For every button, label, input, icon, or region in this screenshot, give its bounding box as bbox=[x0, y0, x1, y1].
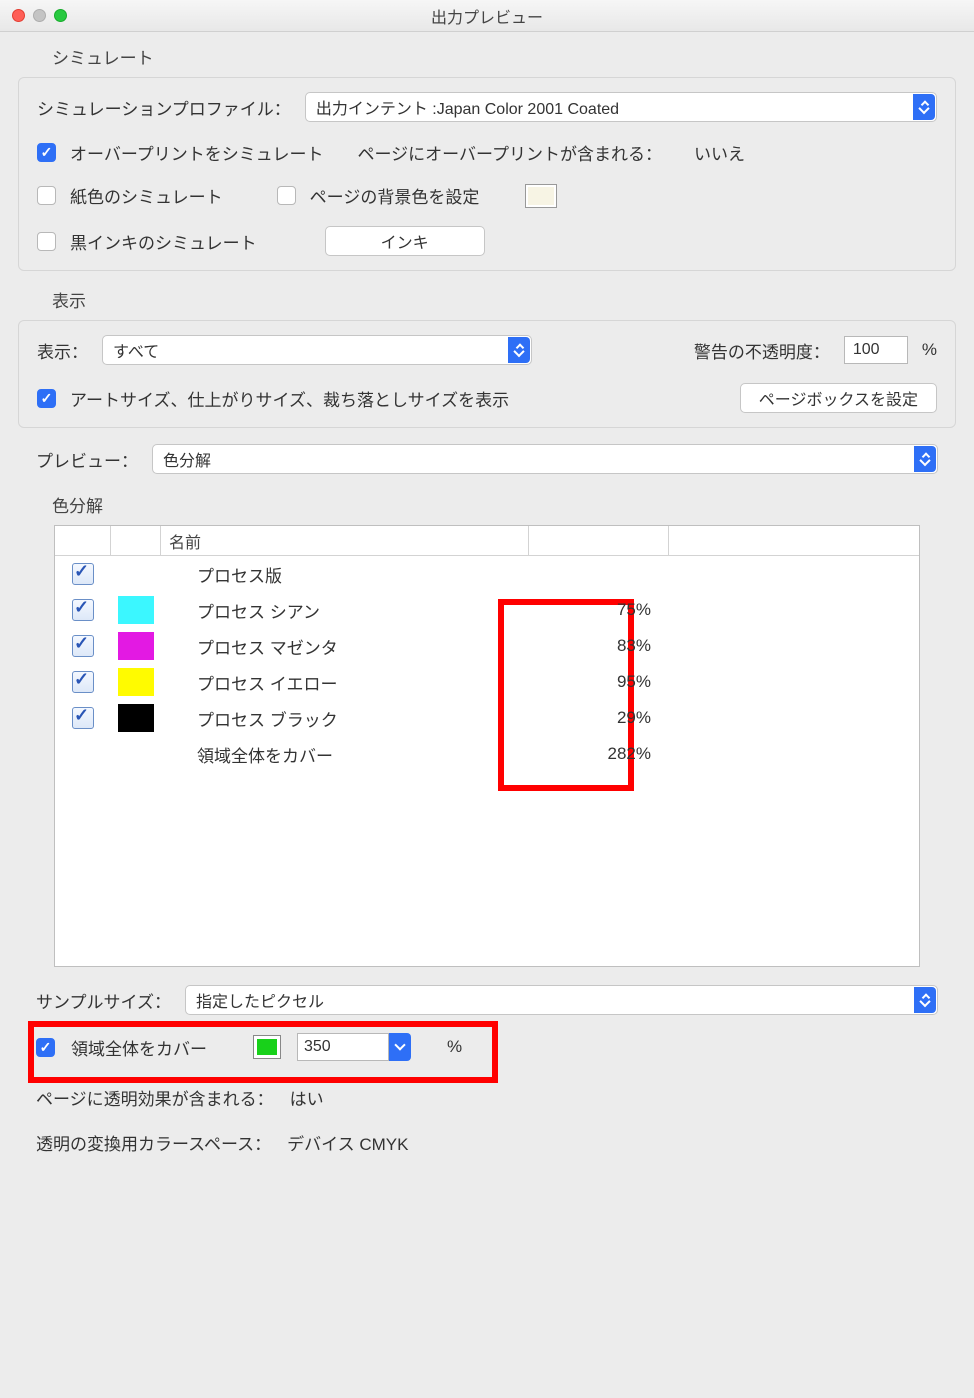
transparency-contains-label: ページに透明効果が含まれる： bbox=[36, 1085, 274, 1110]
preview-value: 色分解 bbox=[152, 444, 938, 474]
simulate-group: シミュレーションプロファイル： 出力インテント :Japan Color 200… bbox=[18, 77, 956, 271]
simulate-black-ink-label: 黒インキのシミュレート bbox=[70, 229, 257, 254]
simulation-profile-value: 出力インテント :Japan Color 2001 Coated bbox=[305, 92, 937, 122]
display-group: 表示： すべて 警告の不透明度： 100 % アートサイズ、仕上がりサイズ、裁ち… bbox=[18, 320, 956, 428]
visibility-toggle[interactable] bbox=[72, 563, 94, 585]
visibility-toggle[interactable] bbox=[72, 635, 94, 657]
preview-select[interactable]: 色分解 bbox=[152, 444, 938, 474]
separation-row[interactable]: プロセス マゼンタ 83% bbox=[55, 628, 919, 664]
coverage-threshold-input[interactable]: 350 bbox=[297, 1033, 389, 1061]
separations-section-label: 色分解 bbox=[52, 492, 974, 517]
percent-label: % bbox=[922, 340, 937, 360]
visibility-toggle[interactable] bbox=[72, 671, 94, 693]
separation-row[interactable]: 領域全体をカバー 282% bbox=[55, 736, 919, 772]
color-chip-black bbox=[118, 704, 154, 732]
th-visibility[interactable] bbox=[55, 526, 111, 555]
warning-opacity-label: 警告の不透明度： bbox=[694, 338, 830, 363]
sample-size-select[interactable]: 指定したピクセル bbox=[185, 985, 938, 1015]
th-name[interactable]: 名前 bbox=[161, 526, 529, 555]
show-art-size-checkbox[interactable] bbox=[37, 389, 56, 408]
coverage-color-swatch[interactable] bbox=[253, 1035, 281, 1059]
visibility-toggle[interactable] bbox=[72, 599, 94, 621]
separations-table-body: プロセス版 プロセス シアン 75% プロセス マゼンタ 83% bbox=[55, 556, 919, 966]
simulate-section-label: シミュレート bbox=[52, 44, 956, 69]
coverage-percent: % bbox=[447, 1037, 462, 1057]
page-bg-color-swatch[interactable] bbox=[525, 184, 557, 208]
warning-opacity-input[interactable]: 100 bbox=[844, 336, 908, 364]
transparency-colorspace-label: 透明の変換用カラースペース： bbox=[36, 1130, 271, 1155]
separation-row[interactable]: プロセス版 bbox=[55, 556, 919, 592]
preview-label: プレビュー： bbox=[36, 447, 138, 472]
separation-value: 75% bbox=[529, 600, 669, 620]
separation-value: 29% bbox=[529, 708, 669, 728]
simulation-profile-label: シミュレーションプロファイル： bbox=[37, 95, 291, 120]
simulate-black-ink-checkbox[interactable] bbox=[37, 232, 56, 251]
page-has-overprint-label: ページにオーバープリントが含まれる： bbox=[357, 140, 661, 165]
separations-table: 名前 プロセス版 プロセス シアン 75% プロセス マ bbox=[54, 525, 920, 967]
set-page-bg-checkbox[interactable] bbox=[277, 186, 296, 205]
simulation-profile-select[interactable]: 出力インテント :Japan Color 2001 Coated bbox=[305, 92, 937, 122]
ink-button[interactable]: インキ bbox=[325, 226, 485, 256]
sample-size-label: サンプルサイズ： bbox=[36, 988, 171, 1013]
separation-value: 282% bbox=[529, 744, 669, 764]
transparency-colorspace-value: デバイス CMYK bbox=[287, 1130, 408, 1155]
show-label: 表示： bbox=[37, 338, 88, 363]
separation-name: プロセス版 bbox=[161, 562, 529, 587]
color-chip-magenta bbox=[118, 632, 154, 660]
simulate-paper-color-label: 紙色のシミュレート bbox=[70, 183, 223, 208]
display-section-label: 表示 bbox=[52, 287, 956, 312]
page-has-overprint-value: いいえ bbox=[694, 140, 745, 165]
total-coverage-label: 領域全体をカバー bbox=[71, 1035, 207, 1060]
separation-value: 95% bbox=[529, 672, 669, 692]
separation-name: プロセス ブラック bbox=[161, 706, 529, 731]
show-select[interactable]: すべて bbox=[102, 335, 532, 365]
coverage-threshold-combo[interactable]: 350 bbox=[297, 1033, 411, 1061]
coverage-dropdown-button[interactable] bbox=[389, 1033, 411, 1061]
transparency-contains-value: はい bbox=[290, 1085, 324, 1110]
color-chip-yellow bbox=[118, 668, 154, 696]
set-page-bg-label: ページの背景色を設定 bbox=[310, 183, 480, 208]
separation-row[interactable]: プロセス イエロー 95% bbox=[55, 664, 919, 700]
simulate-overprint-checkbox[interactable] bbox=[37, 143, 56, 162]
separation-name: プロセス イエロー bbox=[161, 670, 529, 695]
th-value[interactable] bbox=[529, 526, 669, 555]
separation-name: 領域全体をカバー bbox=[161, 742, 529, 767]
th-extra[interactable] bbox=[669, 526, 919, 555]
th-color[interactable] bbox=[111, 526, 161, 555]
separation-row[interactable]: プロセス ブラック 29% bbox=[55, 700, 919, 736]
separation-row[interactable]: プロセス シアン 75% bbox=[55, 592, 919, 628]
color-chip-cyan bbox=[118, 596, 154, 624]
show-art-size-label: アートサイズ、仕上がりサイズ、裁ち落としサイズを表示 bbox=[70, 386, 509, 411]
separation-name: プロセス シアン bbox=[161, 598, 529, 623]
window-titlebar: 出力プレビュー bbox=[0, 0, 974, 32]
show-value: すべて bbox=[102, 335, 532, 365]
total-coverage-checkbox[interactable] bbox=[36, 1038, 55, 1057]
separations-table-header: 名前 bbox=[55, 526, 919, 556]
simulate-overprint-label: オーバープリントをシミュレート bbox=[70, 140, 323, 165]
window-title: 出力プレビュー bbox=[0, 4, 974, 28]
simulate-paper-color-checkbox[interactable] bbox=[37, 186, 56, 205]
visibility-toggle[interactable] bbox=[72, 707, 94, 729]
separation-value: 83% bbox=[529, 636, 669, 656]
sample-size-value: 指定したピクセル bbox=[185, 985, 938, 1015]
set-page-box-button[interactable]: ページボックスを設定 bbox=[740, 383, 937, 413]
separation-name: プロセス マゼンタ bbox=[161, 634, 529, 659]
